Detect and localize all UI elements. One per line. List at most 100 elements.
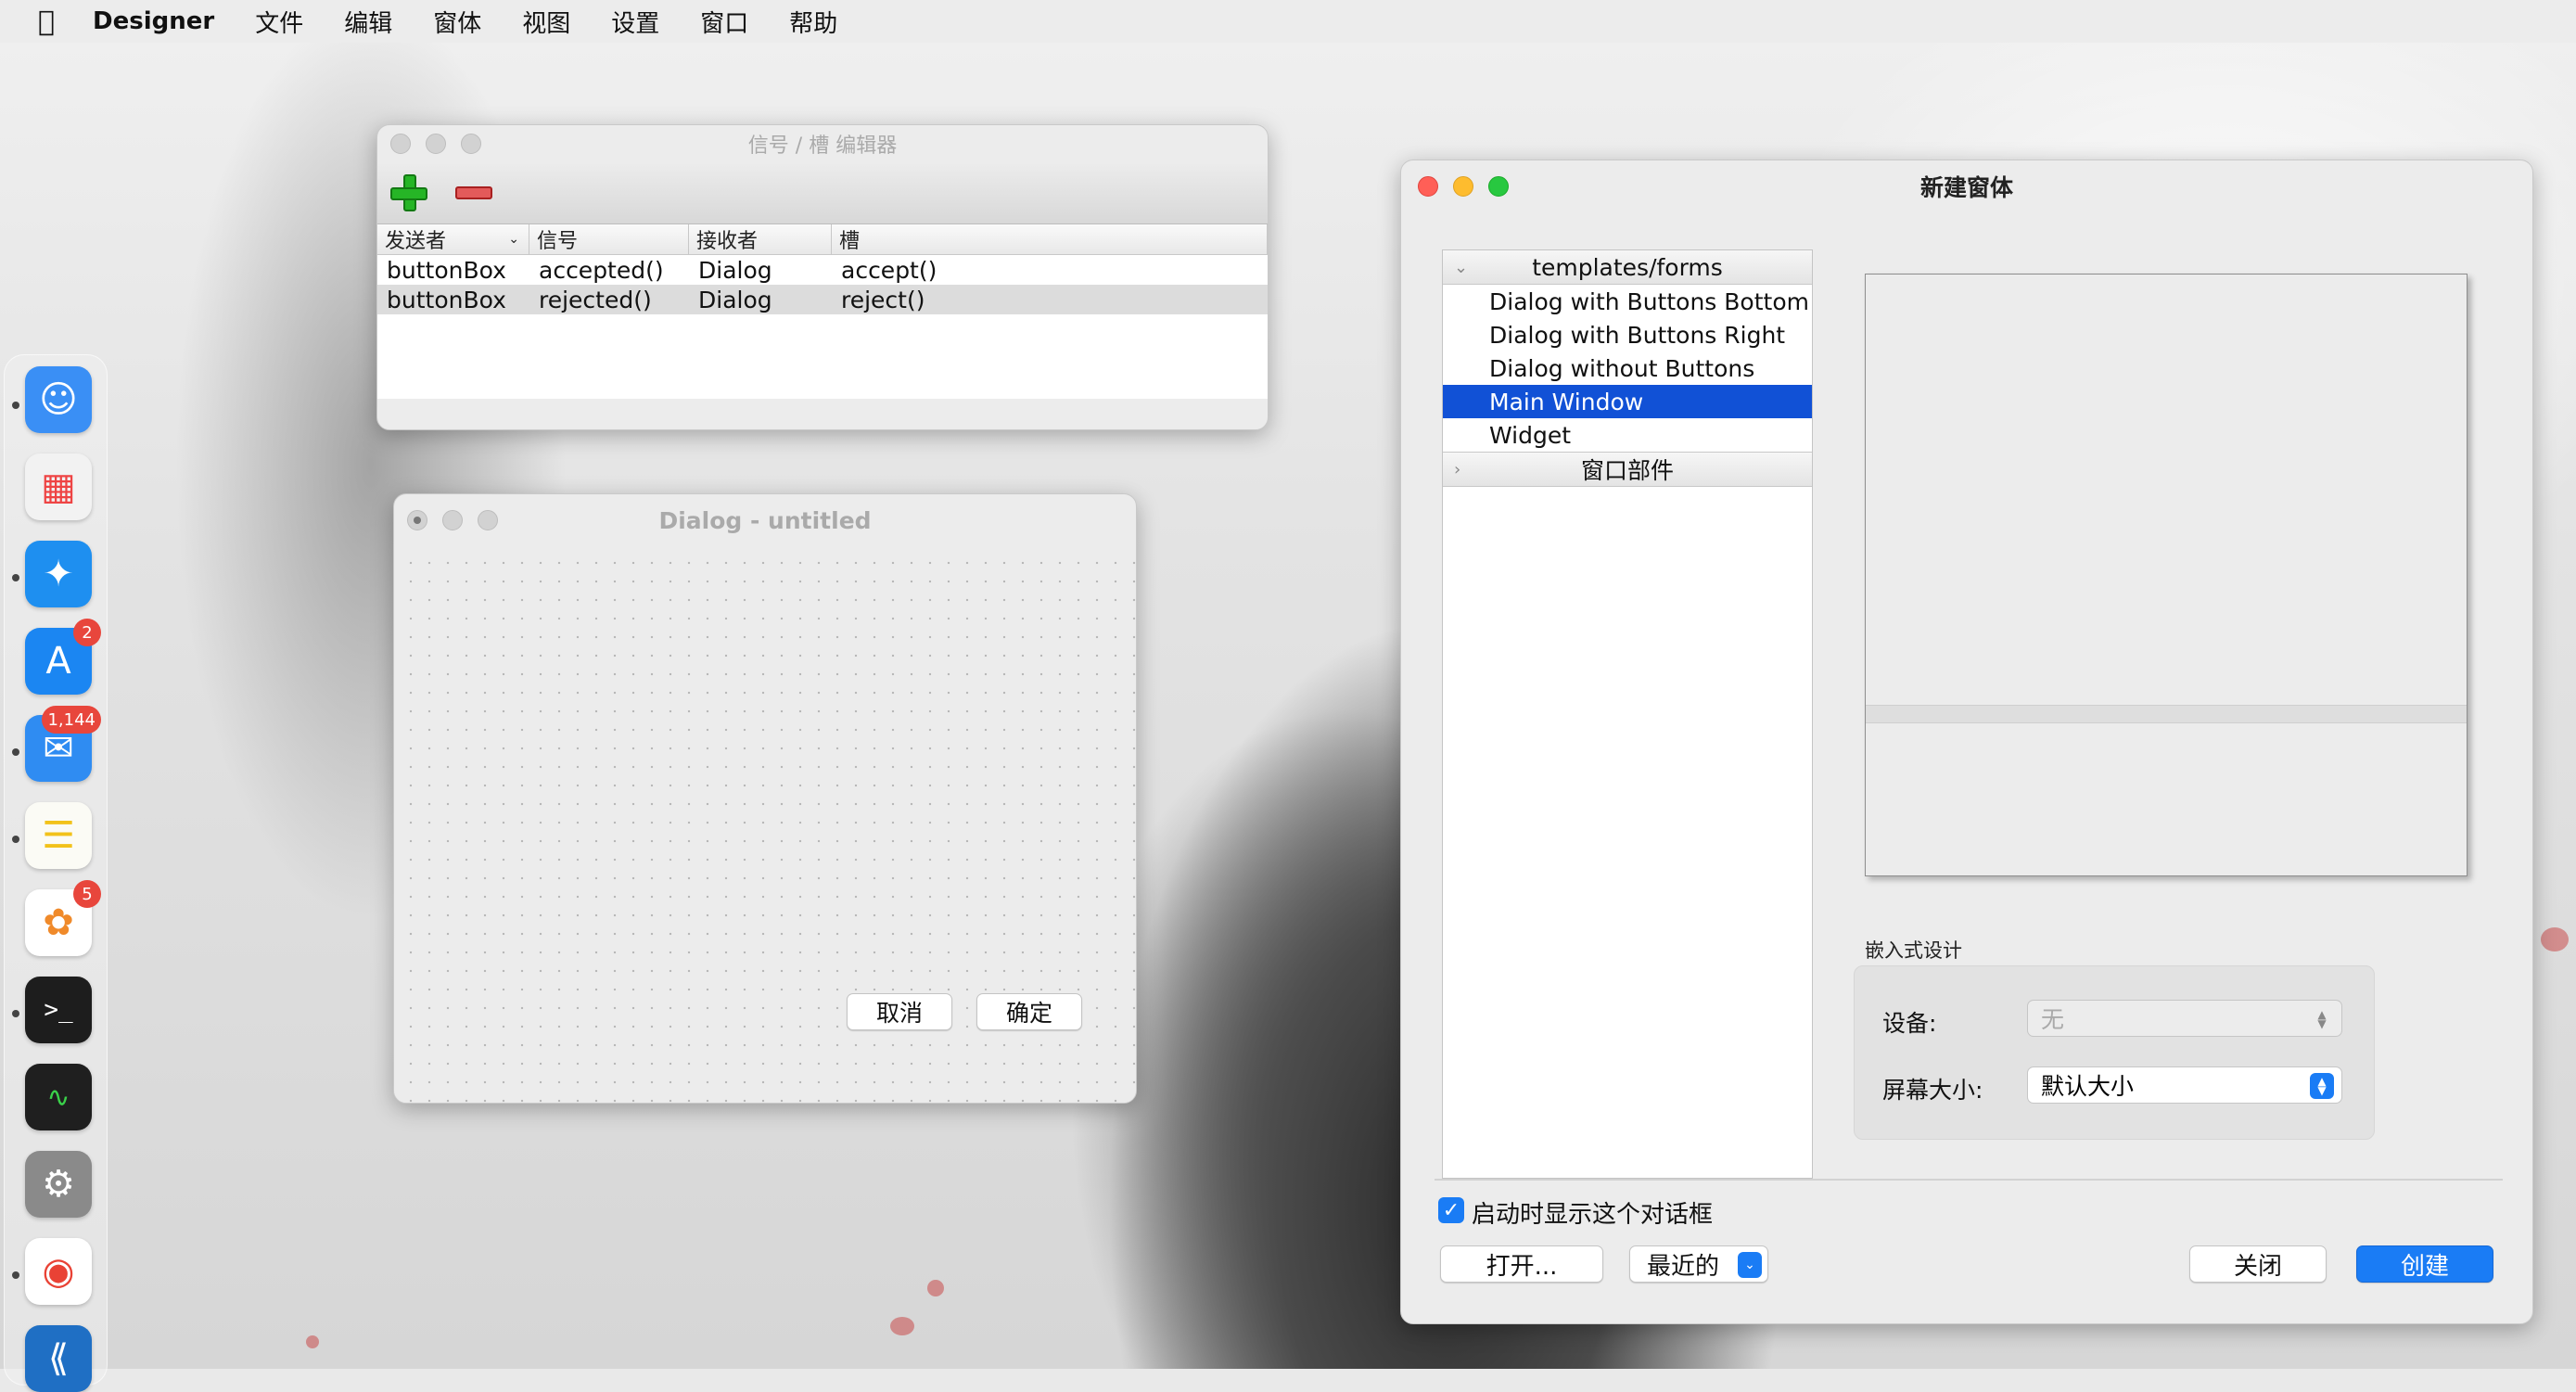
activity-monitor-icon[interactable]: ∿ xyxy=(25,1064,92,1130)
chrome-icon[interactable]: ◉ xyxy=(25,1238,92,1305)
zoom-button[interactable] xyxy=(478,510,498,530)
column-header-slot[interactable]: 槽 xyxy=(832,224,1268,254)
zoom-button[interactable] xyxy=(1488,176,1509,197)
window-title: 信号 / 槽 编辑器 xyxy=(747,134,898,158)
running-indicator xyxy=(12,402,19,409)
notification-badge: 1,144 xyxy=(42,706,101,734)
open-button[interactable]: 打开... xyxy=(1440,1245,1603,1283)
tree-category-templates[interactable]: ⌄ templates/forms xyxy=(1443,250,1812,285)
wallpaper-blossom xyxy=(2541,927,2569,951)
menu-view[interactable]: 视图 xyxy=(522,5,570,39)
recent-button[interactable]: 最近的 ⌄ xyxy=(1629,1245,1768,1283)
cancel-button[interactable]: 取消 xyxy=(847,993,952,1030)
recent-label: 最近的 xyxy=(1647,1252,1720,1281)
close-button[interactable] xyxy=(407,510,427,530)
minimize-button[interactable] xyxy=(442,510,463,530)
cell-signal[interactable]: rejected() xyxy=(529,287,689,313)
template-tree: ⌄ templates/forms Dialog with Buttons Bo… xyxy=(1442,249,1813,1179)
zoom-button[interactable] xyxy=(461,134,481,154)
wallpaper-blossom xyxy=(927,1280,944,1296)
table-row[interactable]: buttonBox accepted() Dialog accept() xyxy=(377,255,1268,285)
wallpaper-blossom xyxy=(890,1317,914,1335)
menu-window[interactable]: 窗口 xyxy=(700,5,748,39)
new-form-window: 新建窗体 ⌄ templates/forms Dialog with Butto… xyxy=(1400,160,2533,1324)
cell-signal[interactable]: accepted() xyxy=(529,257,689,284)
device-value: 无 xyxy=(2041,1006,2065,1033)
form-canvas[interactable]: 取消 确定 xyxy=(394,546,1136,1103)
menu-edit[interactable]: 编辑 xyxy=(344,5,392,39)
tree-item-dialog-buttons-right[interactable]: Dialog with Buttons Right xyxy=(1443,318,1812,351)
table-row[interactable]: buttonBox rejected() Dialog reject() xyxy=(377,285,1268,314)
menu-bar:  Designer 文件 编辑 窗体 视图 设置 窗口 帮助 xyxy=(0,0,2576,43)
settings-gear-icon[interactable]: ⚙ xyxy=(25,1151,92,1218)
window-titlebar[interactable]: Dialog - untitled xyxy=(394,494,1136,546)
mail-icon[interactable]: ✉ 1,144 xyxy=(25,706,101,782)
column-header-signal[interactable]: 信号 xyxy=(529,224,689,254)
window-title: 新建窗体 xyxy=(1919,174,2013,201)
close-button[interactable] xyxy=(1418,176,1438,197)
running-indicator xyxy=(12,1010,19,1017)
menu-help[interactable]: 帮助 xyxy=(789,5,837,39)
cell-sender[interactable]: buttonBox xyxy=(377,287,529,313)
ok-button[interactable]: 确定 xyxy=(976,993,1082,1030)
connections-table: 发送者 ⌄ 信号 接收者 槽 buttonBox accepted() Dialo… xyxy=(377,224,1268,399)
tree-item-widget[interactable]: Widget xyxy=(1443,418,1812,452)
launchpad-icon[interactable]: ▦ xyxy=(25,453,92,520)
template-preview xyxy=(1865,274,2468,876)
dock: ☺ ▦ ✦ A 2 ✉ 1,144 ☰ ✿ 5 >_ ∿ ⚙ ◉ ⟪ xyxy=(4,354,108,1392)
cell-receiver[interactable]: Dialog xyxy=(689,257,832,284)
window-controls xyxy=(1418,176,1509,197)
close-button[interactable] xyxy=(390,134,411,154)
photos-icon[interactable]: ✿ 5 xyxy=(25,880,101,956)
window-titlebar[interactable]: 新建窗体 xyxy=(1401,160,2532,212)
tree-item-dialog-without-buttons[interactable]: Dialog without Buttons xyxy=(1443,351,1812,385)
cell-sender[interactable]: buttonBox xyxy=(377,257,529,284)
running-indicator xyxy=(12,1271,19,1279)
notes-icon[interactable]: ☰ xyxy=(25,802,92,869)
menu-form[interactable]: 窗体 xyxy=(433,5,481,39)
terminal-icon[interactable]: >_ xyxy=(25,977,92,1043)
add-connection-icon[interactable] xyxy=(390,174,427,211)
menu-settings[interactable]: 设置 xyxy=(611,5,659,39)
safari-icon[interactable]: ✦ xyxy=(25,541,92,607)
tree-item-dialog-buttons-bottom[interactable]: Dialog with Buttons Bottom xyxy=(1443,285,1812,318)
table-header: 发送者 ⌄ 信号 接收者 槽 xyxy=(377,224,1268,255)
minimize-button[interactable] xyxy=(1453,176,1473,197)
cell-receiver[interactable]: Dialog xyxy=(689,287,832,313)
apple-menu-icon[interactable]:  xyxy=(28,6,65,38)
tree-item-main-window[interactable]: Main Window xyxy=(1443,385,1812,418)
show-on-startup-label[interactable]: 启动时显示这个对话框 xyxy=(1472,1195,1713,1230)
app-menu[interactable]: Designer xyxy=(93,7,214,35)
running-indicator xyxy=(12,748,19,756)
cell-slot[interactable]: accept() xyxy=(832,257,1268,284)
dialog-form-window: Dialog - untitled 取消 确定 xyxy=(393,493,1137,1104)
chevron-right-icon[interactable]: › xyxy=(1454,460,1460,479)
cell-slot[interactable]: reject() xyxy=(832,287,1268,313)
vscode-icon[interactable]: ⟪ xyxy=(25,1325,92,1392)
notification-badge: 5 xyxy=(73,880,101,908)
menu-file[interactable]: 文件 xyxy=(255,5,303,39)
screen-size-value: 默认大小 xyxy=(2041,1073,2135,1100)
column-header-sender[interactable]: 发送者 ⌄ xyxy=(377,224,529,254)
window-controls xyxy=(390,134,481,154)
window-titlebar[interactable]: 信号 / 槽 编辑器 xyxy=(377,125,1268,162)
tree-category-widgets[interactable]: › 窗口部件 xyxy=(1443,452,1812,487)
minimize-button[interactable] xyxy=(426,134,446,154)
create-button[interactable]: 创建 xyxy=(2356,1245,2493,1283)
app-store-icon[interactable]: A 2 xyxy=(25,619,101,695)
running-indicator xyxy=(12,836,19,843)
screen-size-select[interactable]: 默认大小 ▲ ▼ xyxy=(2027,1066,2342,1104)
updown-chevron-icon[interactable]: ▲ ▼ xyxy=(2310,1073,2334,1099)
show-on-startup-checkbox[interactable]: ✓ xyxy=(1438,1197,1464,1223)
category-label: templates/forms xyxy=(1532,253,1723,281)
chevron-down-icon[interactable]: ⌄ xyxy=(1454,258,1468,277)
screen-size-label: 屏幕大小: xyxy=(1882,1077,1983,1104)
remove-connection-icon[interactable] xyxy=(455,186,492,199)
device-select: 无 ▲ ▼ xyxy=(2027,1000,2342,1037)
finder-icon[interactable]: ☺ xyxy=(25,366,92,433)
close-dialog-button[interactable]: 关闭 xyxy=(2189,1245,2327,1283)
chevron-down-icon[interactable]: ⌄ xyxy=(1738,1252,1762,1278)
window-title: Dialog - untitled xyxy=(658,506,872,534)
column-header-receiver[interactable]: 接收者 xyxy=(689,224,832,254)
signal-slot-editor-window: 信号 / 槽 编辑器 发送者 ⌄ 信号 接收者 槽 buttonBox accep… xyxy=(376,124,1269,430)
